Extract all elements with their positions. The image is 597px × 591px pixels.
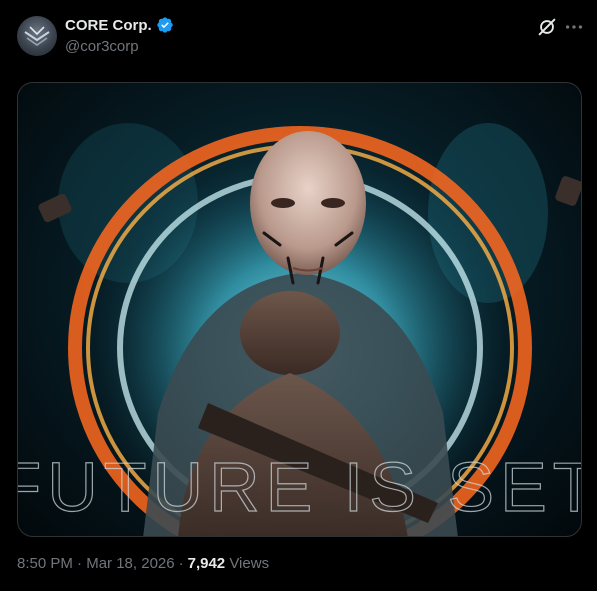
verified-badge-icon[interactable] (156, 16, 174, 34)
meta-separator-2: · (178, 555, 184, 572)
more-icon (565, 25, 583, 29)
grok-button[interactable] (536, 16, 558, 38)
tweet-media-image[interactable]: FUTURE IS SET (17, 82, 582, 537)
author-handle[interactable]: @cor3corp (65, 38, 139, 55)
author-display-name[interactable]: CORE Corp. (65, 17, 152, 34)
views-link[interactable]: 7,942 Views (188, 555, 269, 572)
tweet-meta: 8:50 PM · Mar 18, 2026 · 7,942 Views (17, 555, 269, 572)
grok-icon (538, 18, 556, 36)
more-options-button[interactable] (563, 16, 585, 38)
media-overlay-text: FUTURE IS SET (18, 448, 582, 526)
author-name-row: CORE Corp. (65, 16, 174, 34)
views-count: 7,942 (187, 555, 226, 572)
views-label: Views (229, 555, 270, 572)
tweet-date: Mar 18, 2026 (86, 555, 175, 572)
avatar-logo-icon (24, 26, 50, 46)
meta-separator: · (77, 555, 83, 572)
media-artwork: FUTURE IS SET (18, 123, 582, 536)
tweet-time-link[interactable]: 8:50 PM · Mar 18, 2026 (17, 555, 175, 572)
tweet-time: 8:50 PM (17, 555, 73, 572)
author-avatar[interactable] (17, 16, 57, 56)
